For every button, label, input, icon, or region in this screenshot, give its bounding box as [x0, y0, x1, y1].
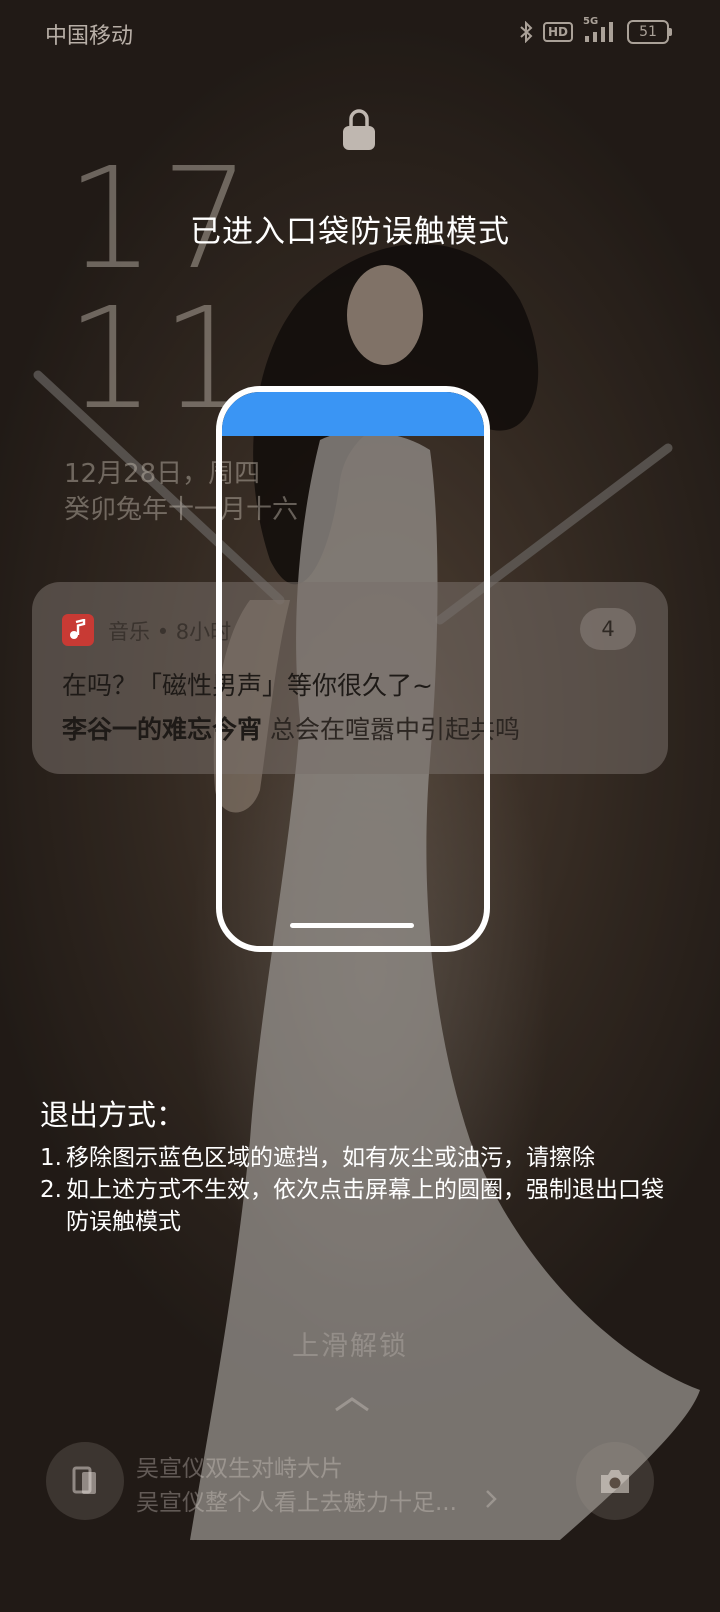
- bluetooth-icon: [520, 21, 533, 43]
- exit-steps-list: 1. 移除图示蓝色区域的遮挡，如有灰尘或油污，请擦除 2. 如上述方式不生效，依…: [40, 1142, 680, 1238]
- wallpaper-description: 吴宣仪整个人看上去魅力十足...: [136, 1490, 457, 1516]
- magazine-shortcut-button[interactable]: [46, 1442, 124, 1520]
- notification-header: 音乐 • 8小时: [108, 620, 232, 644]
- sensor-area-highlight: [222, 392, 484, 436]
- chevron-right-icon[interactable]: [484, 1488, 498, 1510]
- battery-icon: 51: [627, 20, 672, 44]
- exit-step-text: 如上述方式不生效，依次点击屏幕上的圆圈，强制退出口袋防误触模式: [66, 1177, 664, 1235]
- wallpaper-caption[interactable]: 吴宣仪双生对峙大片 吴宣仪整个人看上去魅力十足...: [136, 1452, 457, 1520]
- exit-method-heading: 退出方式：: [40, 1098, 186, 1132]
- lock-screen: 中国移动 HD 5G 51 17 11 12月28日，周四 癸卯兔年十一月十六 …: [0, 0, 720, 1612]
- hd-badge: HD: [542, 22, 573, 42]
- camera-shortcut-button[interactable]: [576, 1442, 654, 1520]
- lock-clock: 17 11: [66, 150, 256, 430]
- notification-app-name: 音乐: [108, 620, 150, 644]
- swipe-up-hint: 上滑解锁: [292, 1331, 408, 1362]
- status-icons: HD 5G 51: [519, 16, 672, 44]
- exit-step-text: 移除图示蓝色区域的遮挡，如有灰尘或油污，请擦除: [66, 1145, 595, 1171]
- notification-count-badge[interactable]: 4: [580, 608, 636, 650]
- status-bar: 中国移动 HD 5G 51: [0, 0, 720, 64]
- music-app-icon: [62, 614, 94, 646]
- pocket-mode-title: 已进入口袋防误触模式: [190, 214, 510, 250]
- camera-icon: [601, 1470, 629, 1493]
- carrier-label: 中国移动: [45, 24, 134, 49]
- battery-level: 51: [627, 20, 669, 44]
- exit-step: 1. 移除图示蓝色区域的遮挡，如有灰尘或油污，请擦除: [40, 1142, 680, 1174]
- chevron-up-icon: [335, 1397, 369, 1412]
- signal-icon: 5G: [583, 16, 617, 44]
- magazine-icon: [72, 1466, 96, 1494]
- phone-diagram: [216, 386, 490, 952]
- exit-step: 2. 如上述方式不生效，依次点击屏幕上的圆圈，强制退出口袋防误触模式: [40, 1174, 680, 1238]
- phone-home-indicator: [290, 923, 414, 928]
- lock-icon: [343, 109, 375, 150]
- wallpaper-title: 吴宣仪双生对峙大片: [136, 1456, 343, 1482]
